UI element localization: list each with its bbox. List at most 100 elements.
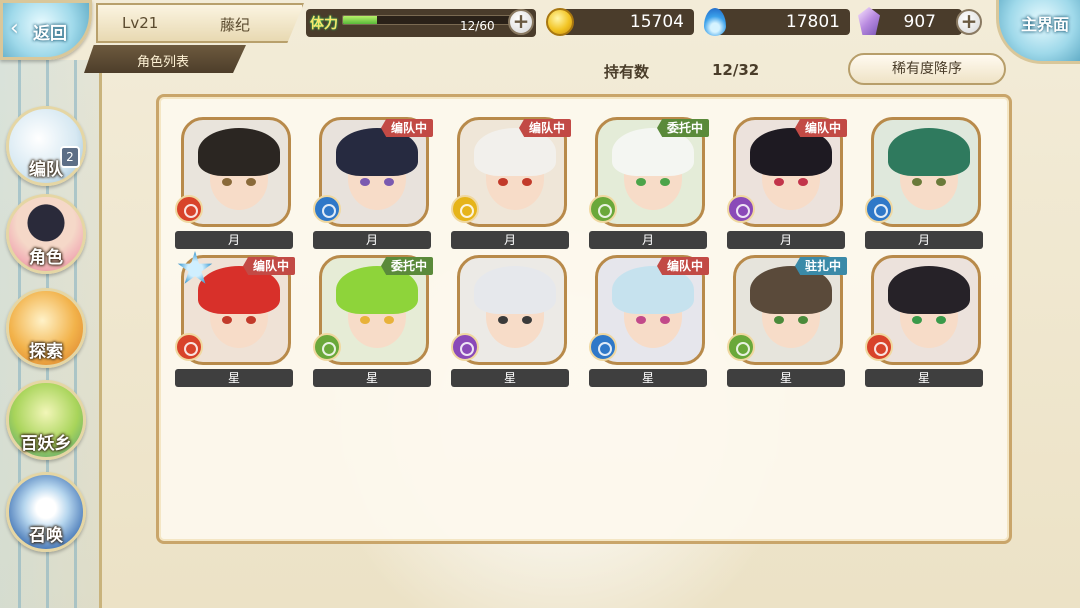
portrait-hair xyxy=(888,266,970,314)
portrait-eye xyxy=(936,178,946,186)
portrait-eye xyxy=(384,316,394,324)
water-element-icon xyxy=(589,333,617,361)
character-card[interactable]: 编队中星 xyxy=(175,251,295,387)
portrait-eye xyxy=(246,316,256,324)
nav-formation-label: 编队 xyxy=(29,160,63,180)
main-menu-label: 主界面 xyxy=(1021,15,1070,34)
player-name: 藤纪 xyxy=(220,16,251,34)
nav-explore-label: 探索 xyxy=(29,342,63,362)
nav-village[interactable]: 百妖乡 xyxy=(6,380,86,460)
portrait-eye xyxy=(222,316,232,324)
spirit-value: 17801 xyxy=(785,12,840,32)
portrait-eye xyxy=(912,178,922,186)
character-list-tab-label: 角色列表 xyxy=(137,55,190,70)
character-rank-label: 月 xyxy=(313,231,431,249)
fire-element-icon xyxy=(175,333,203,361)
character-card[interactable]: 委托中月 xyxy=(589,117,709,249)
nav-summon-label: 召唤 xyxy=(29,526,63,546)
gem-add-button[interactable]: + xyxy=(956,9,982,35)
nav-summon[interactable]: 召唤 xyxy=(6,472,86,552)
character-grid-panel: 月编队中月编队中月委托中月编队中月月编队中星委托中星星编队中星驻扎中星星 xyxy=(156,94,1012,544)
sort-button[interactable]: 稀有度降序 xyxy=(848,53,1006,85)
portrait-eye xyxy=(660,316,670,324)
stamina-bar: 体力 12/60 xyxy=(306,9,536,37)
status-tag: 编队中 xyxy=(656,257,709,275)
portrait-eye xyxy=(660,178,670,186)
character-card[interactable]: 编队中星 xyxy=(589,255,709,387)
back-button-label: 返回 xyxy=(33,24,67,44)
portrait-eye xyxy=(360,316,370,324)
character-rank-label: 星 xyxy=(727,369,845,387)
status-tag: 编队中 xyxy=(794,119,847,137)
portrait-eye xyxy=(774,178,784,186)
gem-counter: 907 xyxy=(866,9,962,35)
character-card[interactable]: 星 xyxy=(451,255,569,387)
nav-village-label: 百妖乡 xyxy=(20,434,72,454)
wind-element-icon xyxy=(589,195,617,223)
status-tag: 委托中 xyxy=(380,257,433,275)
portrait-eye xyxy=(912,316,922,324)
character-rank-label: 月 xyxy=(175,231,293,249)
status-tag: 编队中 xyxy=(380,119,433,137)
spirit-flame-icon xyxy=(704,8,726,36)
portrait-eye xyxy=(636,316,646,324)
spirit-counter: 17801 xyxy=(712,9,850,35)
portrait-eye xyxy=(360,178,370,186)
character-rank-label: 星 xyxy=(589,369,707,387)
stamina-label: 体力 xyxy=(310,16,338,32)
character-card[interactable]: 编队中月 xyxy=(313,117,433,249)
portrait-hair xyxy=(198,128,280,176)
light-element-icon xyxy=(451,195,479,223)
character-list-tab: 角色列表 xyxy=(84,45,246,73)
portrait-eye xyxy=(522,316,532,324)
wind-element-icon xyxy=(313,333,341,361)
nav-explore[interactable]: 探索 xyxy=(6,288,86,368)
water-element-icon xyxy=(865,195,893,223)
character-rank-label: 星 xyxy=(865,369,983,387)
fire-element-icon xyxy=(865,333,893,361)
portrait-eye xyxy=(222,178,232,186)
portrait-eye xyxy=(384,178,394,186)
stamina-add-button[interactable]: + xyxy=(508,9,534,35)
portrait-eye xyxy=(522,178,532,186)
portrait-hair xyxy=(474,266,556,314)
character-rank-label: 月 xyxy=(589,231,707,249)
stamina-fill xyxy=(343,16,377,24)
portrait-eye xyxy=(636,178,646,186)
portrait-eye xyxy=(246,178,256,186)
character-card[interactable]: 委托中星 xyxy=(313,255,433,387)
back-chevron-icon: ‹ xyxy=(10,16,19,41)
portrait-eye xyxy=(798,178,808,186)
water-element-icon xyxy=(313,195,341,223)
character-card[interactable]: 月 xyxy=(865,117,983,249)
character-card[interactable]: 编队中月 xyxy=(451,117,571,249)
character-rank-label: 星 xyxy=(313,369,431,387)
status-tag: 委托中 xyxy=(656,119,709,137)
status-tag: 编队中 xyxy=(242,257,295,275)
stamina-value: 12/60 xyxy=(460,19,495,33)
owned-count-label: 持有数 xyxy=(604,63,650,81)
nav-characters-label: 角色 xyxy=(29,248,63,268)
character-card[interactable]: 星 xyxy=(865,255,983,387)
character-card[interactable]: 编队中月 xyxy=(727,117,847,249)
character-rank-label: 月 xyxy=(451,231,569,249)
wind-element-icon xyxy=(727,333,755,361)
portrait-eye xyxy=(774,316,784,324)
portrait-hair xyxy=(888,128,970,176)
portrait-eye xyxy=(498,178,508,186)
player-level: Lv21 xyxy=(122,14,159,32)
character-card[interactable]: 驻扎中星 xyxy=(727,255,847,387)
nav-characters[interactable]: 角色 xyxy=(6,194,86,274)
gem-value: 907 xyxy=(903,12,936,32)
status-tag: 编队中 xyxy=(518,119,571,137)
character-card[interactable]: 月 xyxy=(175,117,293,249)
dark-element-icon xyxy=(451,333,479,361)
gold-coin-icon xyxy=(546,8,574,36)
dark-element-icon xyxy=(727,195,755,223)
owned-count-value: 12/32 xyxy=(712,61,760,79)
nav-formation[interactable]: 2 编队 xyxy=(6,106,86,186)
gold-value: 15704 xyxy=(629,12,684,32)
portrait-eye xyxy=(798,316,808,324)
portrait-eye xyxy=(498,316,508,324)
portrait-eye xyxy=(936,316,946,324)
